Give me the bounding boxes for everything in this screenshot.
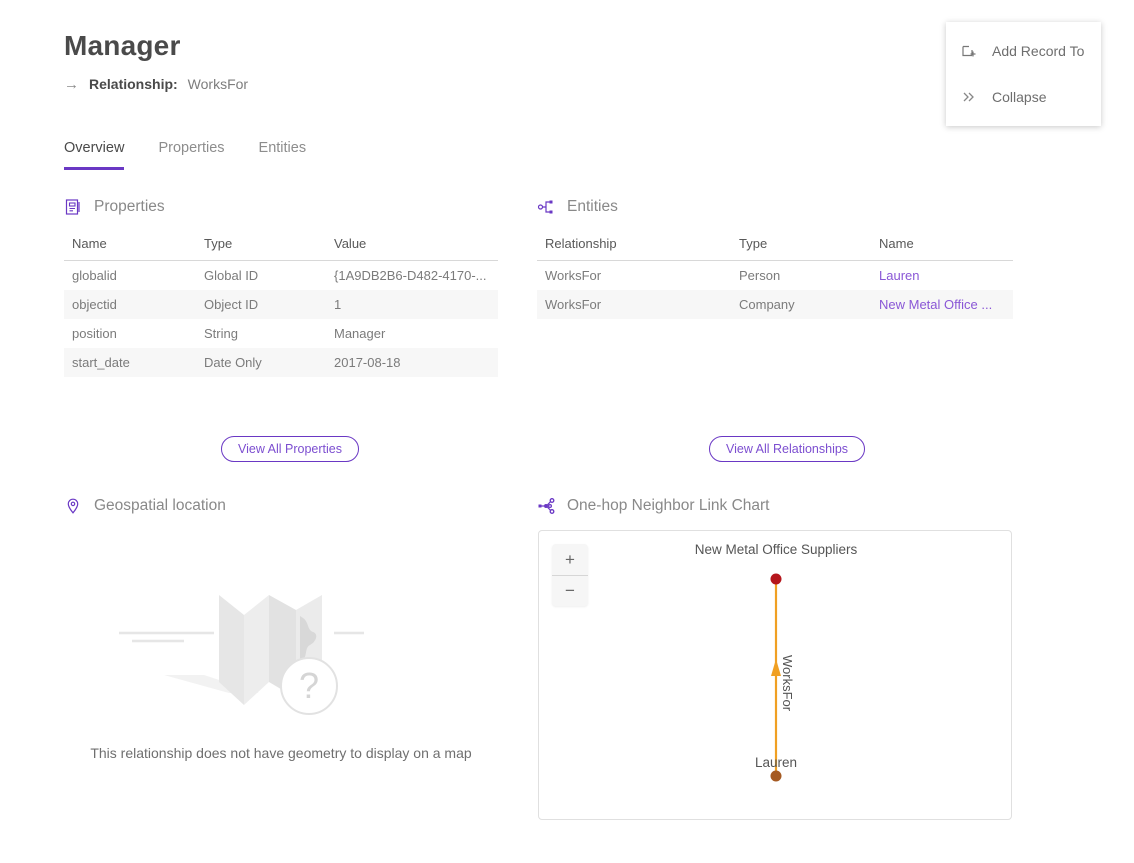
section-title: Properties: [94, 198, 165, 216]
cell-type: Global ID: [196, 261, 326, 291]
tab-bar: Overview Properties Entities: [64, 140, 306, 170]
column-header-name: Name: [871, 232, 1013, 261]
cell-value: 1: [326, 290, 498, 319]
node-person[interactable]: [771, 771, 782, 782]
double-chevron-right-icon: [960, 88, 978, 106]
properties-table: Name Type Value globalid Global ID {1A9D…: [64, 232, 498, 377]
cell-name: Lauren: [871, 261, 1013, 291]
menu-item-label: Collapse: [992, 89, 1046, 105]
node-label-person: Lauren: [755, 755, 797, 770]
section-title: Entities: [567, 198, 618, 216]
cell-type: Person: [731, 261, 871, 291]
menu-item-collapse[interactable]: Collapse: [946, 74, 1101, 120]
cell-name: start_date: [64, 348, 196, 377]
cell-relationship: WorksFor: [537, 261, 731, 291]
menu-item-add-record-to[interactable]: Add Record To: [946, 28, 1101, 74]
breadcrumb: → Relationship: WorksFor: [64, 76, 248, 92]
cell-value: Manager: [326, 319, 498, 348]
cell-type: Object ID: [196, 290, 326, 319]
section-title: One-hop Neighbor Link Chart: [567, 497, 769, 515]
tab-entities[interactable]: Entities: [259, 140, 307, 170]
column-header-value: Value: [326, 232, 498, 261]
map-pin-icon: [64, 497, 82, 515]
add-record-icon: [960, 42, 978, 60]
tab-overview[interactable]: Overview: [64, 140, 124, 170]
context-menu: Add Record To Collapse: [946, 22, 1101, 126]
cell-name: objectid: [64, 290, 196, 319]
edge-label-works-for: WorksFor: [780, 655, 795, 711]
properties-section-header: Properties: [64, 198, 165, 216]
cell-value: {1A9DB2B6-D482-4170-...: [326, 261, 498, 291]
entities-section-header: Entities: [537, 198, 618, 216]
map-empty-message: This relationship does not have geometry…: [64, 745, 498, 761]
tab-properties[interactable]: Properties: [158, 140, 224, 170]
table-row[interactable]: globalid Global ID {1A9DB2B6-D482-4170-.…: [64, 261, 498, 291]
table-row[interactable]: WorksFor Company New Metal Office ...: [537, 290, 1013, 319]
folded-map-question-mark-icon: ?: [64, 530, 498, 740]
entities-table: Relationship Type Name WorksFor Person L…: [537, 232, 1013, 319]
entities-node-link-icon: [537, 198, 555, 216]
relationship-value: WorksFor: [188, 76, 248, 92]
cell-type: String: [196, 319, 326, 348]
cell-relationship: WorksFor: [537, 290, 731, 319]
cell-name: New Metal Office ...: [871, 290, 1013, 319]
node-company[interactable]: [771, 574, 782, 585]
cell-name: globalid: [64, 261, 196, 291]
page-title: Manager: [64, 30, 181, 62]
section-title: Geospatial location: [94, 497, 226, 515]
cell-type: Date Only: [196, 348, 326, 377]
properties-document-icon: [64, 198, 82, 216]
cell-type: Company: [731, 290, 871, 319]
table-row[interactable]: WorksFor Person Lauren: [537, 261, 1013, 291]
link-chart-section-header: One-hop Neighbor Link Chart: [537, 497, 769, 515]
link-chart-icon: [537, 497, 555, 515]
column-header-type: Type: [731, 232, 871, 261]
table-header-row: Relationship Type Name: [537, 232, 1013, 261]
node-label-company: New Metal Office Suppliers: [695, 542, 858, 557]
menu-item-label: Add Record To: [992, 43, 1084, 59]
relationship-label: Relationship:: [89, 76, 178, 92]
cell-name: position: [64, 319, 196, 348]
entity-link[interactable]: Lauren: [879, 268, 919, 283]
column-header-type: Type: [196, 232, 326, 261]
table-row[interactable]: objectid Object ID 1: [64, 290, 498, 319]
table-row[interactable]: start_date Date Only 2017-08-18: [64, 348, 498, 377]
map-empty-state: ? This relationship does not have geomet…: [64, 530, 498, 780]
view-all-properties-button[interactable]: View All Properties: [221, 436, 359, 462]
link-chart-canvas[interactable]: + − New Metal Office Suppliers WorksFor …: [538, 530, 1012, 820]
column-header-name: Name: [64, 232, 196, 261]
view-all-relationships-button[interactable]: View All Relationships: [709, 436, 865, 462]
svg-text:?: ?: [299, 665, 319, 706]
column-header-relationship: Relationship: [537, 232, 731, 261]
entity-link[interactable]: New Metal Office ...: [879, 297, 992, 312]
table-header-row: Name Type Value: [64, 232, 498, 261]
cell-value: 2017-08-18: [326, 348, 498, 377]
arrow-right-icon: →: [64, 77, 79, 92]
table-row[interactable]: position String Manager: [64, 319, 498, 348]
geospatial-section-header: Geospatial location: [64, 497, 226, 515]
